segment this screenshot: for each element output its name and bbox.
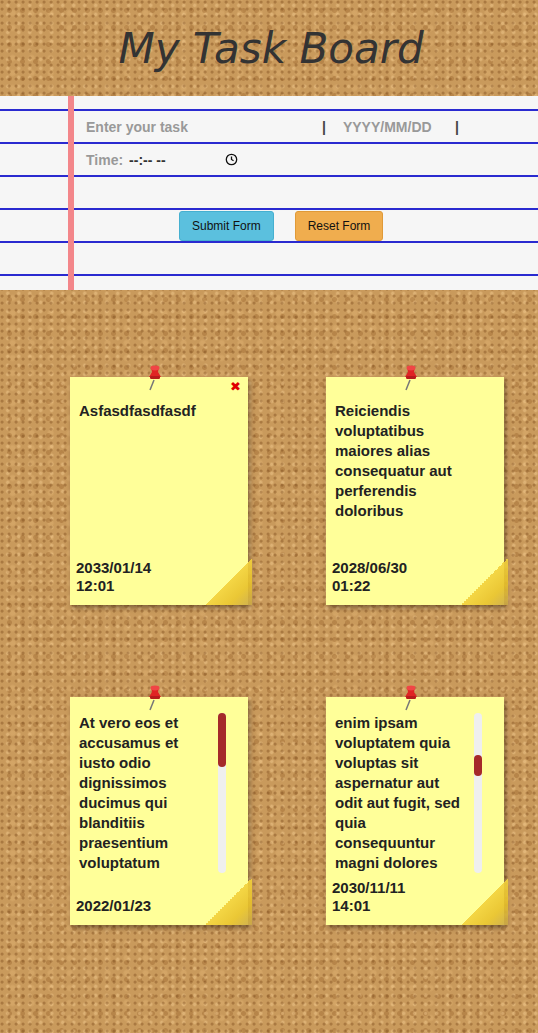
note-time: 12:01 bbox=[76, 577, 240, 595]
note-curl bbox=[460, 879, 508, 925]
note-body: enim ipsam voluptatem quia voluptas sit … bbox=[334, 721, 496, 879]
task-form: | | Time: Submit Form Reset Form bbox=[0, 96, 538, 290]
note-time: 01:22 bbox=[332, 577, 496, 595]
scrollbar-track[interactable] bbox=[218, 713, 226, 873]
note-text: enim ipsam voluptatem quia voluptas sit … bbox=[334, 713, 474, 873]
pushpin-icon bbox=[146, 365, 164, 391]
task-input[interactable] bbox=[86, 119, 322, 135]
task-board: My Task Board | | Time: Submit Form Reset… bbox=[0, 0, 538, 1033]
note-text: Reiciendis voluptatibus maiores alias co… bbox=[334, 401, 496, 521]
note-text: At vero eos et accusamus et iusto odio d… bbox=[78, 713, 218, 873]
note-scroll-area: enim ipsam voluptatem quia voluptas sit … bbox=[334, 713, 496, 873]
button-row: Submit Form Reset Form bbox=[74, 209, 538, 242]
note-date: 2033/01/14 bbox=[76, 559, 240, 577]
note-card[interactable]: Reiciendis voluptatibus maiores alias co… bbox=[326, 377, 504, 605]
time-label: Time: bbox=[86, 152, 123, 168]
delete-icon[interactable]: ✖ bbox=[230, 379, 241, 394]
note-time: 14:01 bbox=[332, 897, 496, 915]
clock-icon[interactable] bbox=[225, 153, 238, 166]
scrollbar-thumb[interactable] bbox=[218, 713, 226, 767]
note-body: Reiciendis voluptatibus maiores alias co… bbox=[334, 401, 496, 559]
time-input[interactable] bbox=[129, 152, 215, 168]
separator: | bbox=[322, 119, 326, 135]
note-card[interactable]: ✖ Asfasdfasdfasdf 2033/01/14 12:01 bbox=[70, 377, 248, 605]
note-text: Asfasdfasdfasdf bbox=[78, 401, 240, 421]
scrollbar-track[interactable] bbox=[474, 713, 482, 873]
page-title: My Task Board bbox=[114, 24, 423, 73]
note-scroll-area: At vero eos et accusamus et iusto odio d… bbox=[78, 713, 240, 873]
note-date: 2022/01/23 bbox=[76, 897, 240, 915]
note-card[interactable]: At vero eos et accusamus et iusto odio d… bbox=[70, 697, 248, 925]
note-card[interactable]: enim ipsam voluptatem quia voluptas sit … bbox=[326, 697, 504, 925]
note-date: 2028/06/30 bbox=[332, 559, 496, 577]
note-due: 2033/01/14 12:01 bbox=[76, 559, 240, 595]
task-row: | | bbox=[74, 110, 538, 143]
note-date: 2030/11/11 bbox=[332, 879, 496, 897]
note-due: 2030/11/11 14:01 bbox=[332, 879, 496, 915]
submit-button[interactable]: Submit Form bbox=[179, 211, 274, 241]
note-body: At vero eos et accusamus et iusto odio d… bbox=[78, 721, 240, 897]
note-due: 2028/06/30 01:22 bbox=[332, 559, 496, 595]
header: My Task Board bbox=[0, 0, 538, 96]
pushpin-icon bbox=[402, 685, 420, 711]
note-curl bbox=[204, 879, 252, 925]
paper-margin: | | Time: Submit Form Reset Form bbox=[68, 96, 538, 290]
note-curl bbox=[460, 559, 508, 605]
time-row: Time: bbox=[74, 143, 538, 176]
separator: | bbox=[455, 119, 459, 135]
note-body: Asfasdfasdfasdf bbox=[78, 401, 240, 559]
reset-button[interactable]: Reset Form bbox=[295, 211, 384, 241]
scrollbar-thumb[interactable] bbox=[474, 755, 482, 776]
note-due: 2022/01/23 bbox=[76, 897, 240, 915]
note-curl bbox=[204, 559, 252, 605]
pushpin-icon bbox=[146, 685, 164, 711]
date-input[interactable] bbox=[343, 119, 443, 135]
blank-row bbox=[74, 176, 538, 209]
pushpin-icon bbox=[402, 365, 420, 391]
notes-grid: ✖ Asfasdfasdfasdf 2033/01/14 12:01 Reici… bbox=[0, 290, 538, 925]
